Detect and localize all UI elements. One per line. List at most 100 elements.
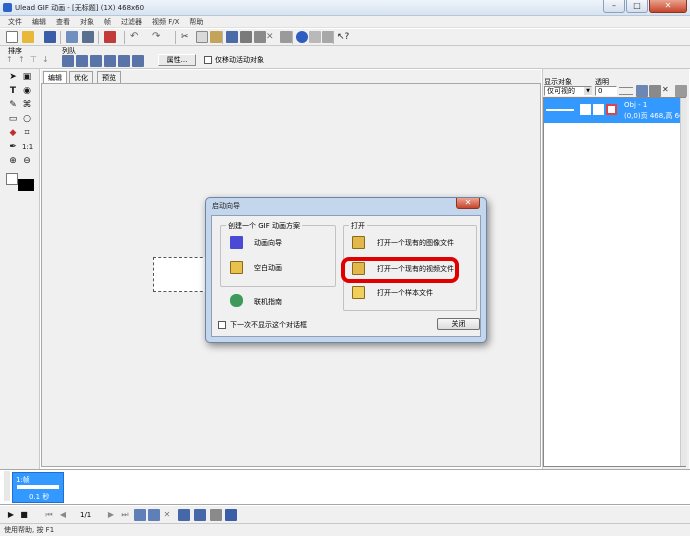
crop-tool-icon[interactable]: ⌗ bbox=[22, 128, 32, 138]
menu-view[interactable]: 查看 bbox=[56, 16, 70, 27]
frame-tool-icon[interactable] bbox=[226, 31, 238, 43]
align-bottom-icon[interactable] bbox=[132, 55, 144, 67]
align-left-icon[interactable] bbox=[62, 55, 74, 67]
brush-tool-icon[interactable]: ✎ bbox=[8, 100, 18, 110]
menu-frame[interactable]: 帧 bbox=[104, 16, 111, 27]
crop-icon[interactable] bbox=[254, 31, 266, 43]
paste-icon[interactable] bbox=[210, 31, 222, 43]
opacity-input[interactable]: 0 bbox=[595, 86, 617, 96]
tween-frame-icon[interactable] bbox=[178, 509, 190, 521]
blank-animation-link[interactable]: 空白动画 bbox=[254, 261, 282, 275]
fill-tool-icon[interactable]: ◆ bbox=[8, 128, 18, 138]
optimize-icon[interactable] bbox=[309, 31, 321, 43]
context-help-icon[interactable]: ↖? bbox=[337, 31, 349, 43]
copy-icon[interactable] bbox=[196, 31, 208, 43]
foreground-color-swatch[interactable] bbox=[18, 179, 34, 191]
delete-object-icon[interactable]: ✕ bbox=[662, 85, 674, 97]
image-editor-icon[interactable] bbox=[104, 31, 116, 43]
move-only-active-checkbox[interactable] bbox=[204, 56, 212, 64]
frame-properties-icon[interactable] bbox=[225, 509, 237, 521]
send-back-icon[interactable]: ↓ bbox=[42, 55, 54, 67]
zoom-out-icon[interactable]: ⊖ bbox=[22, 156, 32, 166]
send-backward-icon[interactable]: ⊤ bbox=[30, 55, 42, 67]
open-image-icon[interactable] bbox=[352, 236, 365, 249]
previous-frame-icon[interactable]: ◀ bbox=[58, 510, 68, 520]
add-frame-icon[interactable] bbox=[134, 509, 146, 521]
menu-filter[interactable]: 过滤器 bbox=[121, 16, 142, 27]
next-frame-icon[interactable]: ▶ bbox=[106, 510, 116, 520]
last-frame-icon[interactable]: ⏭ bbox=[120, 510, 130, 520]
frame-thumbnail[interactable]: 1:帧 0.1 秒 bbox=[12, 472, 64, 503]
object-list-scrollbar[interactable] bbox=[680, 98, 687, 466]
opacity-slider[interactable] bbox=[619, 87, 633, 95]
minimize-button[interactable]: – bbox=[603, 0, 625, 13]
bring-forward-icon[interactable]: ↑ bbox=[18, 55, 30, 67]
dont-show-again-checkbox[interactable] bbox=[218, 321, 226, 329]
reverse-frame-icon[interactable] bbox=[210, 509, 222, 521]
tab-edit[interactable]: 编辑 bbox=[43, 71, 67, 83]
save-icon[interactable] bbox=[44, 31, 56, 43]
play-icon[interactable]: ▶ bbox=[6, 510, 16, 520]
maximize-button[interactable]: □ bbox=[626, 0, 648, 13]
delete-icon[interactable]: ✕ bbox=[266, 31, 278, 43]
tab-preview[interactable]: 预览 bbox=[97, 71, 121, 83]
open-sample-link[interactable]: 打开一个样本文件 bbox=[377, 286, 433, 300]
duplicate-object-icon[interactable] bbox=[649, 85, 661, 97]
undo-icon[interactable]: ↶ bbox=[130, 31, 142, 43]
redo-icon[interactable]: ↷ bbox=[152, 31, 164, 43]
text-banner-icon[interactable] bbox=[194, 509, 206, 521]
dialog-close-button[interactable]: ✕ bbox=[456, 198, 480, 209]
menu-help[interactable]: 帮助 bbox=[189, 16, 203, 27]
menu-object[interactable]: 对象 bbox=[80, 16, 94, 27]
close-window-button[interactable]: ✕ bbox=[649, 0, 687, 13]
transform-tool-icon[interactable]: ▣ bbox=[22, 72, 32, 82]
blank-animation-icon[interactable] bbox=[230, 261, 243, 274]
delete-frame-icon[interactable]: ✕ bbox=[162, 510, 172, 520]
open-folder-icon[interactable] bbox=[22, 31, 34, 43]
first-frame-icon[interactable]: ⏮ bbox=[44, 510, 54, 520]
menu-edit[interactable]: 编辑 bbox=[32, 16, 46, 27]
align-middle-icon[interactable] bbox=[118, 55, 130, 67]
background-color-swatch[interactable] bbox=[6, 173, 18, 185]
online-guide-icon[interactable] bbox=[230, 294, 243, 307]
dialog-close-text-button[interactable]: 关闭 bbox=[437, 318, 480, 330]
open-image-link[interactable]: 打开一个现有的图像文件 bbox=[377, 236, 454, 250]
eyedropper-tool-icon[interactable]: ✒ bbox=[8, 142, 18, 152]
menu-file[interactable]: 文件 bbox=[8, 16, 22, 27]
animation-wizard-icon[interactable] bbox=[230, 236, 243, 249]
align-center-icon[interactable] bbox=[76, 55, 88, 67]
bring-front-icon[interactable]: ↑ bbox=[6, 55, 18, 67]
properties-button[interactable]: 属性... bbox=[158, 54, 196, 66]
rotate-tool-icon[interactable]: ◉ bbox=[22, 86, 32, 96]
object-row[interactable]: Obj - 1 (0,0)页 468,高 60 bbox=[544, 98, 685, 123]
tween-icon[interactable] bbox=[240, 31, 252, 43]
chevron-down-icon[interactable]: ▼ bbox=[584, 87, 592, 95]
actual-size-icon[interactable]: 1:1 bbox=[22, 142, 33, 152]
new-file-icon[interactable] bbox=[6, 31, 18, 43]
lock-icon[interactable] bbox=[606, 104, 617, 115]
align-top-icon[interactable] bbox=[104, 55, 116, 67]
menu-video-fx[interactable]: 视频 F/X bbox=[152, 16, 179, 27]
eye-icon[interactable] bbox=[580, 104, 591, 115]
ellipse-tool-icon[interactable]: ○ bbox=[22, 114, 32, 124]
tab-optimize[interactable]: 优化 bbox=[69, 71, 93, 83]
open-sample-icon[interactable] bbox=[352, 286, 365, 299]
online-guide-link[interactable]: 联机指南 bbox=[254, 295, 282, 309]
zoom-in-icon[interactable]: ⊕ bbox=[8, 156, 18, 166]
browser-preview-icon[interactable] bbox=[296, 31, 308, 43]
duplicate-frame-icon[interactable] bbox=[148, 509, 160, 521]
object-properties-icon[interactable] bbox=[675, 85, 687, 97]
frame-panel-scrollbar[interactable] bbox=[4, 471, 10, 501]
canvas-object[interactable] bbox=[153, 257, 208, 292]
resize-icon[interactable] bbox=[280, 31, 292, 43]
text-tool-icon[interactable]: T bbox=[8, 86, 18, 96]
animation-wizard-link[interactable]: 动画向导 bbox=[254, 236, 282, 250]
lasso-tool-icon[interactable]: ⌘ bbox=[22, 100, 32, 110]
add-image-icon[interactable] bbox=[66, 31, 78, 43]
stop-icon[interactable]: ■ bbox=[19, 510, 29, 520]
new-object-icon[interactable] bbox=[636, 85, 648, 97]
object-list[interactable] bbox=[543, 97, 686, 467]
eraser-tool-icon[interactable]: ▭ bbox=[8, 114, 18, 124]
cut-icon[interactable]: ✂ bbox=[181, 31, 193, 43]
add-video-icon[interactable] bbox=[82, 31, 94, 43]
